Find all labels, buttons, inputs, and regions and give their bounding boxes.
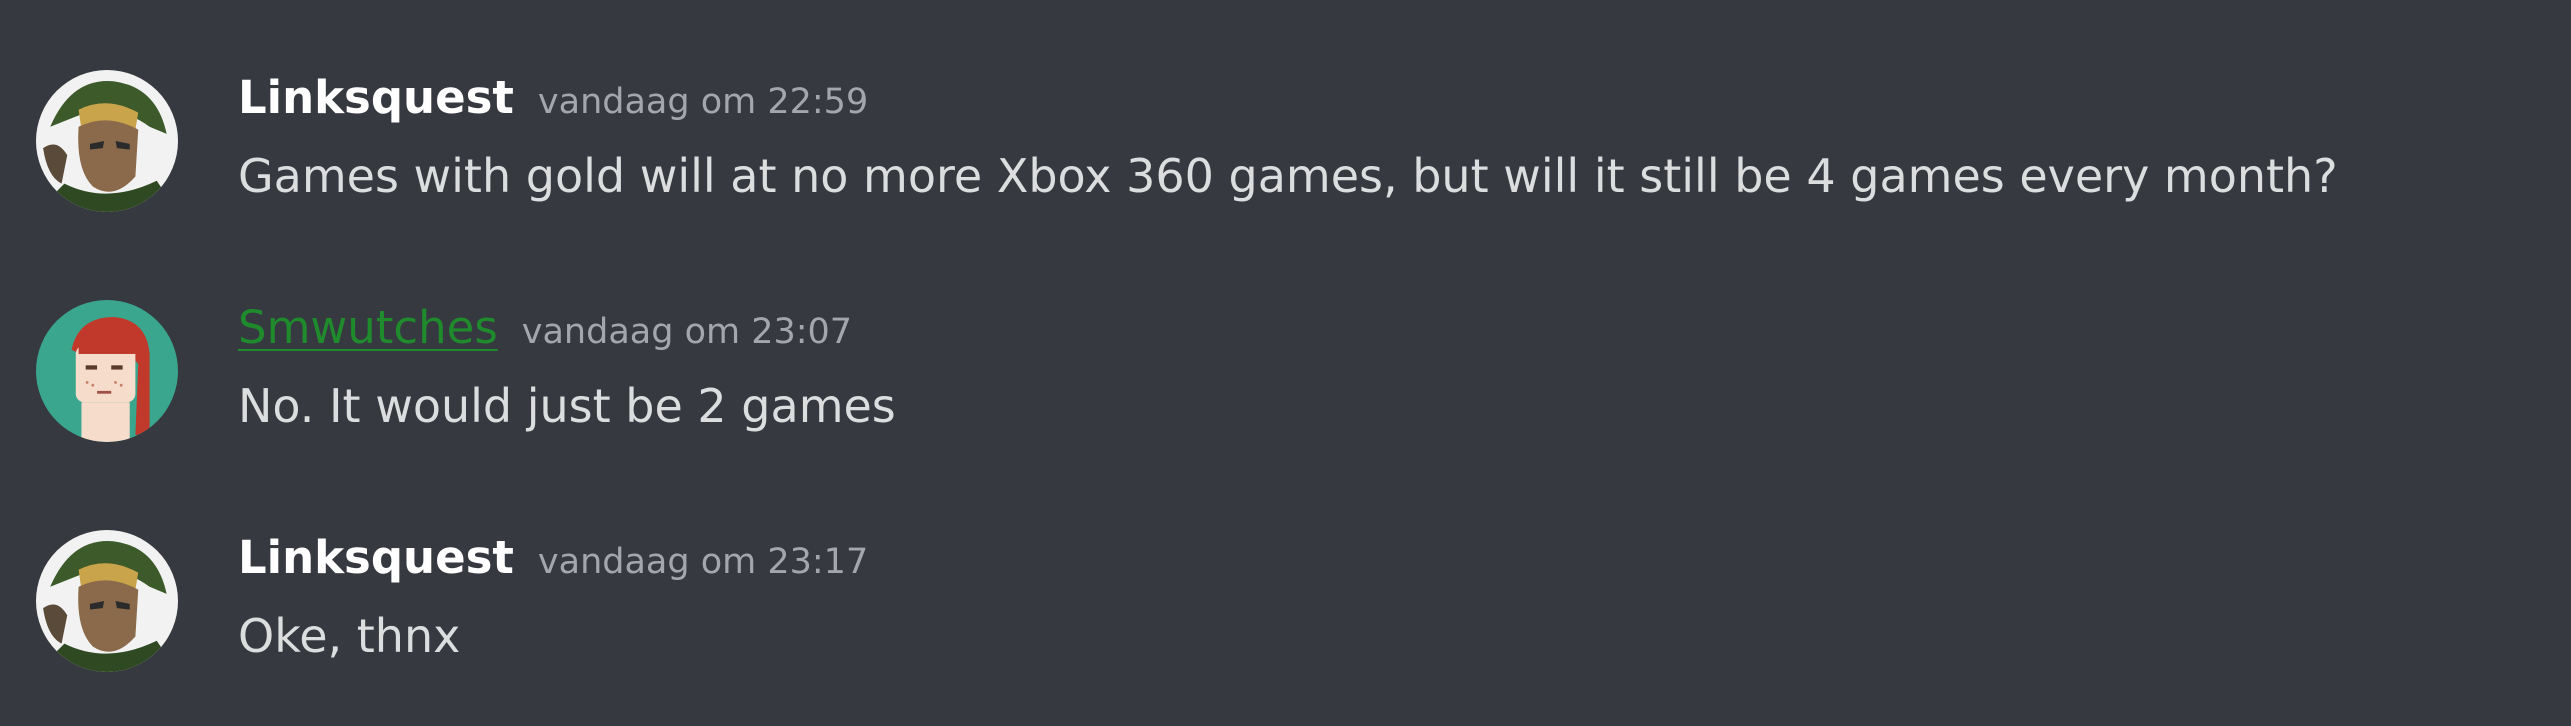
red-haired-character-avatar-icon — [36, 300, 178, 442]
message-text: Games with gold will at no more Xbox 360… — [238, 149, 2338, 203]
message-item: Smwutches vandaag om 23:07 No. It would j… — [0, 290, 2571, 470]
message-text: Oke, thnx — [238, 609, 461, 663]
message-item: Linksquest vandaag om 22:59 Games with go… — [0, 60, 2571, 240]
user-avatar[interactable] — [36, 530, 178, 672]
username[interactable]: Linksquest — [238, 528, 514, 588]
link-character-avatar-icon — [36, 70, 178, 212]
message-item: Linksquest vandaag om 23:17 Oke, thnx — [0, 520, 2571, 700]
message-header: Linksquest vandaag om 23:17 — [238, 528, 868, 598]
user-avatar[interactable] — [36, 300, 178, 442]
message-text: No. It would just be 2 games — [238, 379, 896, 433]
timestamp: vandaag om 23:07 — [521, 312, 853, 352]
message-header: Linksquest vandaag om 22:59 — [238, 68, 868, 138]
username[interactable]: Linksquest — [238, 68, 514, 128]
user-avatar[interactable] — [36, 70, 178, 212]
timestamp: vandaag om 23:17 — [537, 542, 869, 582]
message-header: Smwutches vandaag om 23:07 — [238, 298, 852, 368]
username[interactable]: Smwutches — [238, 298, 498, 358]
timestamp: vandaag om 22:59 — [537, 82, 869, 122]
link-character-avatar-icon — [36, 530, 178, 672]
